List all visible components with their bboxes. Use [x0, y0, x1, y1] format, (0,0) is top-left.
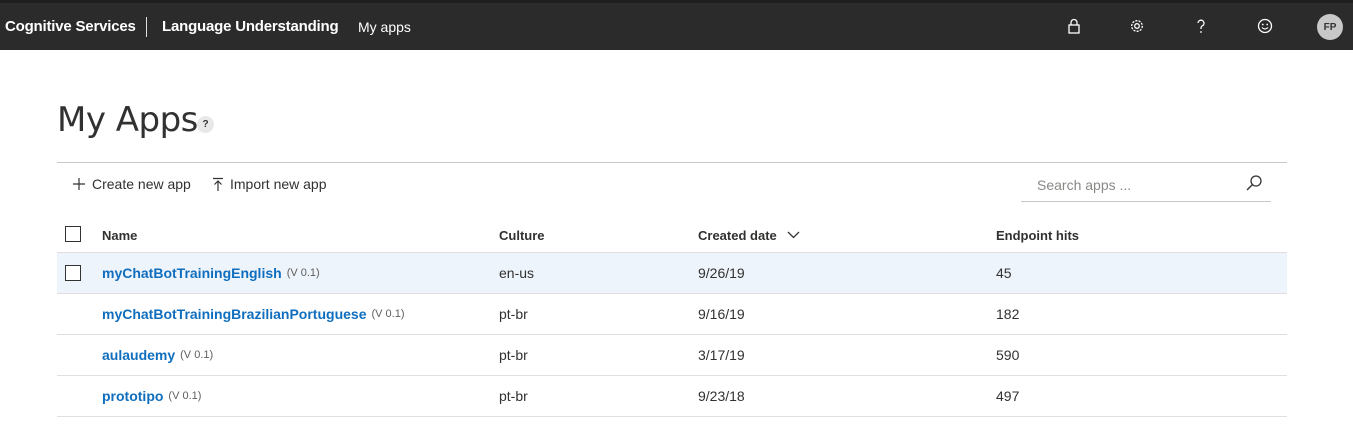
app-name-link[interactable]: myChatBotTrainingEnglish [102, 265, 282, 281]
table-row[interactable]: prototipo (V 0.1) pt-br 9/23/18 497 [57, 376, 1287, 417]
table-row[interactable]: myChatBotTrainingEnglish (V 0.1) en-us 9… [57, 252, 1287, 294]
app-version: (V 0.1) [168, 390, 202, 402]
app-name-cell: prototipo (V 0.1) [102, 376, 201, 416]
culture-cell: pt-br [499, 347, 528, 363]
sort-descending-icon [787, 231, 800, 239]
smiley-icon[interactable] [1255, 16, 1275, 36]
table-row[interactable]: myChatBotTrainingBrazilianPortuguese (V … [57, 294, 1287, 335]
plus-icon [73, 178, 85, 190]
top-bar: Cognitive Services Language Understandin… [0, 0, 1353, 50]
search-input[interactable] [1035, 173, 1239, 197]
help-icon[interactable] [1191, 16, 1211, 36]
search-box [1021, 169, 1271, 202]
culture-cell: pt-br [499, 306, 528, 322]
created-date-label: Created date [698, 227, 777, 243]
app-version: (V 0.1) [371, 308, 405, 320]
title-divider [57, 162, 1287, 163]
endpoint-hits-cell: 182 [996, 306, 1020, 322]
endpoint-hits-cell: 45 [996, 265, 1012, 281]
topbar-divider [146, 17, 147, 37]
create-new-app-button[interactable]: Create new app [72, 174, 191, 194]
app-name-link[interactable]: prototipo [102, 388, 163, 404]
import-new-app-button[interactable]: Import new app [212, 174, 327, 194]
culture-cell: en-us [499, 265, 535, 281]
column-header-culture[interactable]: Culture [499, 218, 545, 252]
app-name-link[interactable]: aulaudemy [102, 347, 175, 363]
page-title: My Apps [57, 100, 198, 140]
created-date-cell: 3/17/19 [698, 347, 745, 363]
table-row[interactable]: aulaudemy (V 0.1) pt-br 3/17/19 590 [57, 335, 1287, 376]
created-date-cell: 9/16/19 [698, 306, 745, 322]
app-name-cell: aulaudemy (V 0.1) [102, 335, 213, 375]
created-date-cell: 9/23/18 [698, 388, 745, 404]
column-header-name[interactable]: Name [102, 218, 137, 252]
search-icon[interactable] [1245, 174, 1263, 197]
app-name-cell: myChatBotTrainingEnglish (V 0.1) [102, 253, 320, 293]
product-name[interactable]: Language Understanding [162, 18, 339, 35]
row-checkbox[interactable] [65, 265, 81, 281]
nav-my-apps[interactable]: My apps [358, 19, 411, 35]
gear-icon[interactable] [1127, 16, 1147, 36]
culture-cell: pt-br [499, 388, 528, 404]
created-date-cell: 9/26/19 [698, 265, 745, 281]
endpoint-hits-cell: 590 [996, 347, 1020, 363]
title-help-icon[interactable]: ? [197, 116, 214, 133]
select-all-checkbox[interactable] [65, 226, 81, 242]
app-name-link[interactable]: myChatBotTrainingBrazilianPortuguese [102, 306, 366, 322]
lock-icon[interactable] [1064, 16, 1084, 36]
app-name-cell: myChatBotTrainingBrazilianPortuguese (V … [102, 294, 405, 334]
avatar[interactable]: FP [1317, 14, 1343, 40]
app-version: (V 0.1) [286, 267, 320, 279]
column-header-created-date[interactable]: Created date [698, 218, 800, 252]
column-header-endpoint-hits[interactable]: Endpoint hits [996, 218, 1079, 252]
create-new-app-label: Create new app [92, 176, 191, 192]
upload-icon [213, 177, 223, 191]
endpoint-hits-cell: 497 [996, 388, 1020, 404]
brand-cognitive-services[interactable]: Cognitive Services [5, 18, 136, 35]
import-new-app-label: Import new app [230, 176, 327, 192]
app-version: (V 0.1) [180, 349, 214, 361]
